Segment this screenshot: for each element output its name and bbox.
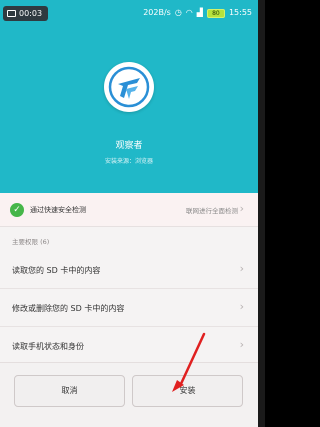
chevron-right-icon: › [239,202,244,215]
security-full-scan-link[interactable]: 联网进行全面检测 [186,205,238,215]
check-circle-icon: ✓ [10,203,24,217]
installer-screen: 00:03 202B/s ◷ ◠ ▟ 80 15:55 观察者 安装来源：浏览器… [0,0,258,427]
cancel-button[interactable]: 取消 [14,375,125,407]
app-name: 观察者 [115,141,143,151]
status-icons: 202B/s ◷ ◠ ▟ 80 15:55 [143,8,252,18]
app-logo-icon [104,62,154,112]
permission-item[interactable]: 读取您的 SD 卡中的内容 › [0,253,258,289]
clock-text: 15:55 [228,8,252,17]
screen-recording-badge: 00:03 [3,6,48,21]
chevron-right-icon: › [239,300,244,313]
permission-label: 读取您的 SD 卡中的内容 [12,266,101,275]
battery-level: 80 [212,9,220,17]
wifi-icon: ◠ [185,8,193,17]
chevron-right-icon: › [239,338,244,351]
security-check-row[interactable]: ✓ 通过快速安全检测 联网进行全面检测 › [0,193,258,227]
permission-label: 读取手机状态和身份 [12,342,84,351]
security-status: 通过快速安全检测 [30,206,86,214]
install-button[interactable]: 安装 [132,375,243,407]
permission-item[interactable]: 读取手机状态和身份 › [0,329,258,365]
app-header: 观察者 安装来源：浏览器 [0,26,258,193]
status-bar: 00:03 202B/s ◷ ◠ ▟ 80 15:55 [0,0,258,26]
chevron-right-icon: › [239,262,244,275]
recording-time: 00:03 [19,9,43,18]
bottom-action-bar: 取消 安装 [0,362,258,427]
battery-icon: 80 [206,8,225,18]
app-source: 安装来源：浏览器 [104,158,153,165]
permission-item[interactable]: 修改或删除您的 SD 卡中的内容 › [0,291,258,327]
signal-icon: ▟ [196,8,203,17]
network-speed: 202B/s [143,8,171,17]
permissions-section-label: 主要权限 (6) [12,238,50,246]
permission-label: 修改或删除您的 SD 卡中的内容 [12,304,125,313]
camera-icon [7,10,16,17]
clock-icon: ◷ [174,8,182,17]
screen-edge [258,0,265,427]
